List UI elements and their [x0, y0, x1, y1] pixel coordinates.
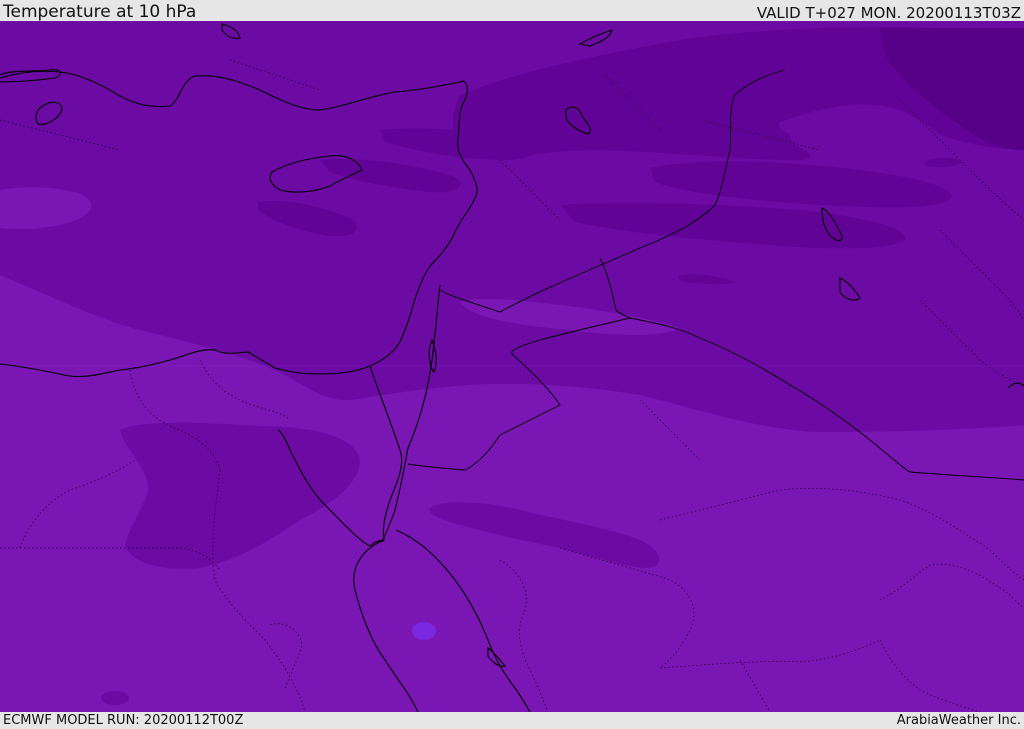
- field-spot-redsea: [412, 622, 436, 640]
- map-svg: [0, 21, 1024, 712]
- footer-bar: ECMWF MODEL RUN: 20200112T00Z ArabiaWeat…: [0, 712, 1024, 729]
- map-figure: Temperature at 10 hPa VALID T+027 MON. 2…: [0, 0, 1024, 729]
- map-title: Temperature at 10 hPa: [3, 2, 197, 22]
- model-run-label: ECMWF MODEL RUN: 20200112T00Z: [3, 713, 244, 728]
- valid-time: VALID T+027 MON. 20200113T03Z: [756, 4, 1021, 22]
- credit-label: ArabiaWeather Inc.: [896, 713, 1021, 728]
- header-bar: Temperature at 10 hPa VALID T+027 MON. 2…: [0, 0, 1024, 21]
- map-canvas: [0, 21, 1024, 712]
- field-spot-south: [101, 691, 129, 705]
